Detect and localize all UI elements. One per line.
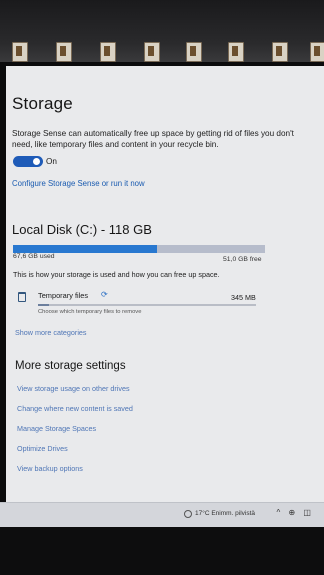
local-disk-heading: Local Disk (C:) - 118 GB [12, 222, 152, 237]
toggle-knob [33, 158, 40, 165]
change-save-location-link[interactable]: Change where new content is saved [17, 404, 133, 413]
disk-usage-bar [13, 245, 265, 253]
category-name: Temporary files [38, 291, 89, 300]
desktop-file-icon[interactable] [56, 42, 72, 62]
desktop-file-icon[interactable] [144, 42, 160, 62]
storage-sense-description: Storage Sense can automatically free up … [12, 129, 294, 149]
desktop-strip [0, 0, 324, 62]
disk-usage-fill [13, 245, 157, 253]
desktop-file-icon[interactable] [100, 42, 116, 62]
more-storage-settings-heading: More storage settings [15, 360, 126, 372]
toggle-state-label: On [46, 157, 57, 166]
taskbar: 17°C Enimm. pilvistä ^ ⊕ ◫ [0, 502, 324, 527]
desktop-file-icon[interactable] [186, 42, 202, 62]
free-space-label: 51,0 GB free [223, 256, 262, 263]
monitor-bezel [0, 527, 324, 575]
show-more-categories-link[interactable]: Show more categories [15, 328, 87, 337]
view-backup-options-link[interactable]: View backup options [17, 464, 83, 473]
system-tray-icons[interactable]: ^ ⊕ ◫ [277, 508, 314, 517]
category-usage-bar [38, 304, 256, 306]
category-usage-fill [38, 304, 49, 306]
weather-icon[interactable] [184, 510, 192, 518]
desktop-file-icon[interactable] [228, 42, 244, 62]
category-subtitle: Choose which temporary files to remove [38, 309, 142, 315]
manage-storage-spaces-link[interactable]: Manage Storage Spaces [17, 424, 96, 433]
view-storage-other-drives-link[interactable]: View storage usage on other drives [17, 384, 130, 393]
loading-spinner-icon: ⟳ [101, 290, 108, 299]
desktop-file-icon[interactable] [272, 42, 288, 62]
storage-usage-note: This is how your storage is used and how… [13, 270, 220, 279]
page-title: Storage [12, 94, 73, 113]
category-size: 345 MB [231, 293, 256, 302]
used-space-label: 67,6 GB used [13, 253, 55, 260]
desktop-file-icon[interactable] [12, 42, 28, 62]
desktop-file-icon[interactable] [310, 42, 324, 62]
trash-icon [18, 292, 26, 302]
settings-window: Storage Storage Sense can automatically … [6, 66, 324, 502]
storage-sense-toggle[interactable] [13, 156, 43, 167]
weather-widget[interactable]: 17°C Enimm. pilvistä [195, 510, 255, 517]
optimize-drives-link[interactable]: Optimize Drives [17, 444, 68, 453]
configure-storage-sense-link[interactable]: Configure Storage Sense or run it now [12, 179, 145, 188]
